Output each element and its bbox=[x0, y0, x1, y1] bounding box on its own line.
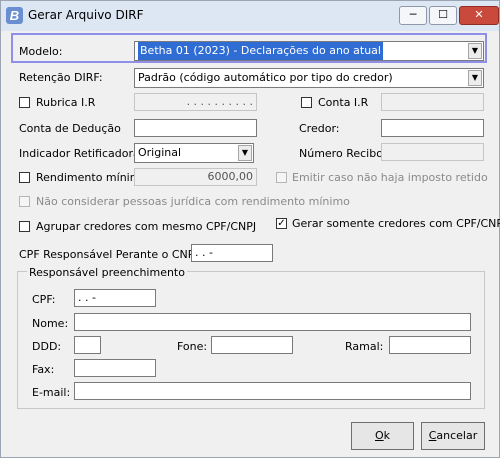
agrupar-label: Agrupar credores com mesmo CPF/CNPJ bbox=[36, 220, 257, 233]
resp-ddd-label: DDD: bbox=[32, 340, 62, 353]
chevron-down-icon[interactable]: ▼ bbox=[468, 70, 482, 86]
cancel-button[interactable]: Cancelar bbox=[421, 422, 485, 450]
modelo-label: Modelo: bbox=[19, 45, 63, 58]
resp-cpf-field[interactable]: . . - bbox=[74, 289, 156, 307]
conta-ir-checkbox[interactable] bbox=[301, 97, 312, 108]
agrupar-checkbox[interactable] bbox=[19, 221, 30, 232]
resp-fax-label: Fax: bbox=[32, 363, 55, 376]
numero-recibo-label: Número Recibo: bbox=[299, 147, 387, 160]
conta-ir-label: Conta I.R bbox=[318, 96, 369, 109]
conta-deducao-label: Conta de Dedução bbox=[19, 122, 121, 135]
chevron-down-icon[interactable]: ▼ bbox=[468, 43, 482, 59]
cpf-responsavel-label: CPF Responsável Perante o CNPJ: bbox=[19, 248, 202, 261]
rubrica-label: Rubrica I.R bbox=[36, 96, 96, 109]
resp-nome-field[interactable] bbox=[74, 313, 471, 331]
modelo-select[interactable]: Betha 01 (2023) - Declarações do ano atu… bbox=[134, 41, 484, 61]
minimize-button[interactable]: ─ bbox=[399, 6, 427, 25]
title-bar: B Gerar Arquivo DIRF ─ ☐ ✕ bbox=[1, 1, 499, 31]
emitir-caso-label: Emitir caso não haja imposto retido bbox=[292, 171, 488, 184]
ok-label-rest: k bbox=[383, 429, 391, 442]
retencao-label: Retenção DIRF: bbox=[19, 71, 103, 84]
credor-label: Credor: bbox=[299, 122, 340, 135]
ok-button[interactable]: Ok bbox=[351, 422, 414, 450]
indicador-value: Original bbox=[138, 146, 182, 159]
retencao-value: Padrão (código automático por tipo do cr… bbox=[138, 71, 393, 84]
modelo-value: Betha 01 (2023) - Declarações do ano atu… bbox=[138, 42, 383, 60]
emitir-caso-checkbox[interactable] bbox=[276, 172, 287, 183]
resp-ddd-field[interactable] bbox=[74, 336, 101, 354]
close-button[interactable]: ✕ bbox=[459, 6, 499, 25]
nao-considerar-label: Não considerar pessoas jurídica com rend… bbox=[36, 195, 350, 208]
resp-nome-label: Nome: bbox=[32, 317, 69, 330]
indicador-select[interactable]: Original ▼ bbox=[134, 143, 254, 163]
window-title: Gerar Arquivo DIRF bbox=[28, 8, 144, 22]
rendimento-label: Rendimento mínimo bbox=[36, 171, 148, 184]
conta-deducao-field[interactable] bbox=[134, 119, 257, 137]
resp-email-field[interactable] bbox=[74, 382, 471, 400]
resp-email-label: E-mail: bbox=[32, 386, 71, 399]
resp-fone-label: Fone: bbox=[177, 340, 208, 353]
nao-considerar-checkbox[interactable] bbox=[19, 196, 30, 207]
rubrica-field[interactable]: . . . . . . . . . . bbox=[134, 93, 257, 111]
rendimento-checkbox[interactable] bbox=[19, 172, 30, 183]
credor-field[interactable] bbox=[381, 119, 484, 137]
resp-fone-field[interactable] bbox=[211, 336, 293, 354]
cancel-label-rest: ancelar bbox=[436, 429, 478, 442]
rubrica-checkbox[interactable] bbox=[19, 97, 30, 108]
dialog-window: B Gerar Arquivo DIRF ─ ☐ ✕ Modelo: Betha… bbox=[0, 0, 500, 458]
resp-fax-field[interactable] bbox=[74, 359, 156, 377]
retencao-select[interactable]: Padrão (código automático por tipo do cr… bbox=[134, 68, 484, 88]
ok-mnemonic: O bbox=[374, 429, 384, 442]
indicador-label: Indicador Retificadora: bbox=[19, 147, 144, 160]
responsavel-title: Responsável preenchimento bbox=[27, 266, 187, 279]
rendimento-field[interactable]: 6000,00 bbox=[134, 168, 257, 186]
resp-ramal-field[interactable] bbox=[389, 336, 471, 354]
chevron-down-icon[interactable]: ▼ bbox=[238, 145, 252, 161]
maximize-button[interactable]: ☐ bbox=[429, 6, 457, 25]
app-icon: B bbox=[6, 7, 23, 24]
numero-recibo-field[interactable] bbox=[381, 143, 484, 161]
gerar-somente-checkbox[interactable]: ✓ bbox=[276, 218, 287, 229]
gerar-somente-label: Gerar somente credores com CPF/CNPJ bbox=[292, 217, 500, 230]
resp-ramal-label: Ramal: bbox=[345, 340, 384, 353]
resp-cpf-label: CPF: bbox=[32, 293, 56, 306]
conta-ir-field[interactable] bbox=[381, 93, 484, 111]
cpf-responsavel-field[interactable]: . . - bbox=[191, 244, 273, 262]
